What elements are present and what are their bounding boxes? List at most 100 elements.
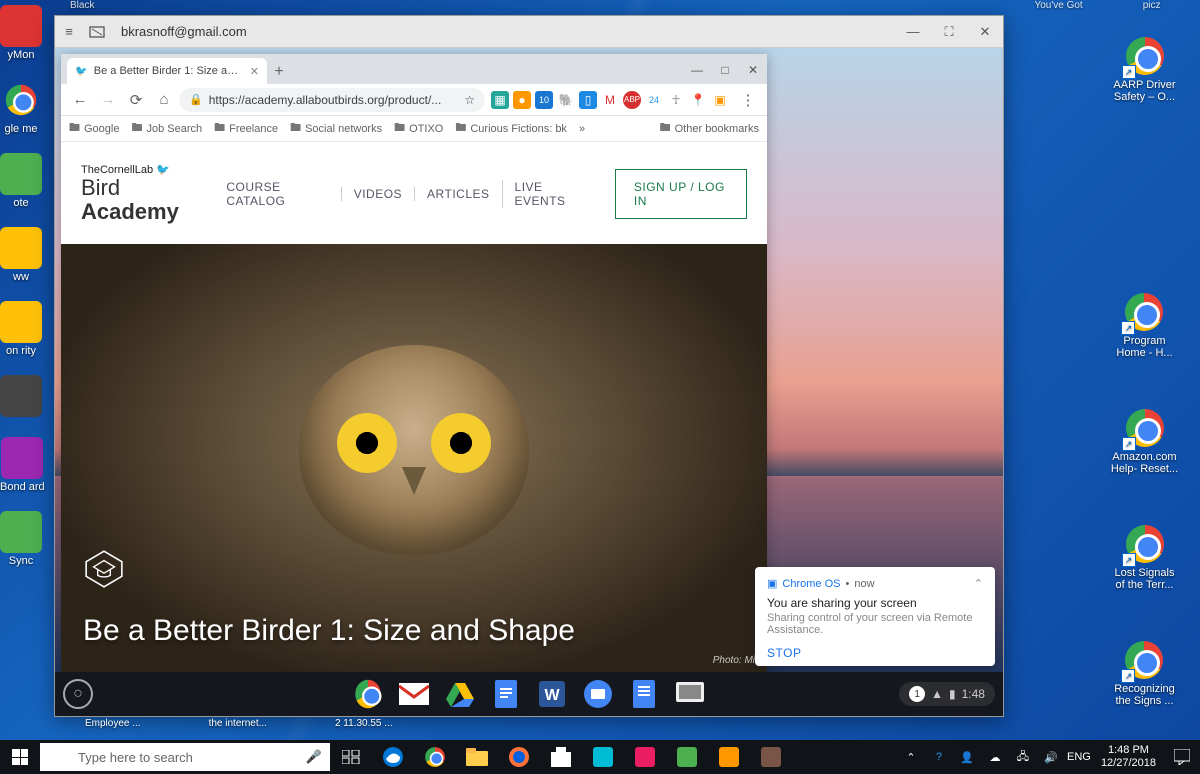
mic-icon[interactable]: 🎤	[306, 749, 322, 765]
help-icon[interactable]: ?	[925, 740, 953, 774]
taskbar-search[interactable]: Type here to search 🎤	[40, 743, 330, 771]
shelf-docs-icon[interactable]	[489, 677, 523, 711]
bird-icon: 🐦	[156, 164, 170, 176]
address-bar[interactable]: 🔒 https://academy.allaboutbirds.org/prod…	[179, 88, 485, 112]
desktop-icon-recognizing[interactable]: ↗Recognizing the Signs ...	[1114, 639, 1175, 707]
people-icon[interactable]: 👤	[953, 740, 981, 774]
bookmark-folder[interactable]: 🖿Google	[69, 119, 119, 138]
app-icon[interactable]	[708, 740, 750, 774]
desktop-icon[interactable]: ww	[0, 227, 42, 283]
desktop-icon[interactable]: on rity	[0, 301, 42, 357]
new-tab-button[interactable]: +	[267, 60, 291, 84]
desktop-icon-lost[interactable]: ↗Lost Signals of the Terr...	[1115, 523, 1175, 591]
shelf-docs2-icon[interactable]	[627, 677, 661, 711]
ext-icon[interactable]: ▣	[711, 91, 729, 109]
tray-overflow-icon[interactable]: ⌃	[897, 740, 925, 774]
maximize-icon[interactable]: ⛶	[931, 16, 967, 48]
hamburger-icon[interactable]: ≡	[55, 16, 83, 48]
taskbar-clock[interactable]: 1:48 PM 12/27/2018	[1093, 744, 1164, 769]
chrome-taskbar-icon[interactable]	[414, 740, 456, 774]
reload-icon[interactable]: ⟳	[123, 87, 149, 113]
desktop-icon-amazon[interactable]: ↗Amazon.com Help- Reset...	[1111, 407, 1178, 475]
action-center-icon[interactable]	[1164, 740, 1200, 774]
tab-close-icon[interactable]: ✕	[250, 65, 259, 78]
ext-icon[interactable]: 📍	[689, 91, 707, 109]
bookmarks-overflow[interactable]: »	[579, 123, 585, 135]
tab-title: Be a Better Birder 1: Size and Sh	[94, 65, 242, 77]
explorer-icon[interactable]	[456, 740, 498, 774]
minimize-icon[interactable]: —	[895, 16, 931, 48]
desktop-icon[interactable]: Sync	[0, 511, 42, 567]
bookmark-folder[interactable]: 🖿OTIXO	[394, 119, 443, 138]
app-icon[interactable]	[624, 740, 666, 774]
desktop-icon-aarp[interactable]: ↗AARP Driver Safety – O...	[1113, 35, 1175, 103]
volume-icon[interactable]: 🔊	[1037, 740, 1065, 774]
chevron-up-icon[interactable]: ⌃	[974, 577, 983, 590]
app-icon[interactable]	[666, 740, 708, 774]
network-icon[interactable]: 🖧	[1009, 740, 1037, 774]
firefox-icon[interactable]	[498, 740, 540, 774]
app-icon[interactable]	[750, 740, 792, 774]
shelf-remote-icon[interactable]	[673, 677, 707, 711]
desktop-icon[interactable]: yMon	[0, 5, 42, 61]
edge-icon[interactable]	[372, 740, 414, 774]
ext-icon[interactable]: ▯	[579, 91, 597, 109]
back-icon[interactable]: ←	[67, 87, 93, 113]
shelf-files-icon[interactable]	[581, 677, 615, 711]
win-close-icon[interactable]: ✕	[739, 56, 767, 84]
nav-link[interactable]: LIVE EVENTS	[502, 180, 599, 208]
other-bookmarks[interactable]: 🖿Other bookmarks	[660, 119, 759, 138]
shelf-drive-icon[interactable]	[443, 677, 477, 711]
ext-icon[interactable]: ABP	[623, 91, 641, 109]
lang-indicator[interactable]: ENG	[1065, 740, 1093, 774]
desktop-icon[interactable]	[0, 375, 42, 419]
nav-link[interactable]: COURSE CATALOG	[214, 180, 340, 208]
svg-text:W: W	[544, 687, 560, 704]
desktop-icon[interactable]: Bond ard	[0, 437, 45, 493]
windows-taskbar: Type here to search 🎤 ⌃ ? 👤 ☁ 🖧 🔊 ENG 1:…	[0, 740, 1200, 774]
bookmark-folder[interactable]: 🖿Freelance	[214, 119, 278, 138]
home-icon[interactable]: ⌂	[151, 87, 177, 113]
desktop-icon[interactable]: gle me	[0, 79, 42, 135]
desktop-icon[interactable]: ote	[0, 153, 42, 209]
shelf-status-tray[interactable]: 1 ▲ ▮ 1:48	[899, 682, 995, 706]
start-button[interactable]	[0, 740, 40, 774]
launcher-icon[interactable]: ○	[63, 679, 93, 709]
ext-icon[interactable]: ●	[513, 91, 531, 109]
ext-icon[interactable]: M	[601, 91, 619, 109]
ext-icon[interactable]: ☥	[667, 91, 685, 109]
task-view-icon[interactable]	[330, 740, 372, 774]
ext-icon[interactable]: 24	[645, 91, 663, 109]
shelf-chrome-icon[interactable]	[351, 677, 385, 711]
bookmark-folder[interactable]: 🖿Curious Fictions: bk	[455, 119, 567, 138]
ext-icon[interactable]: 10	[535, 91, 553, 109]
nav-link[interactable]: VIDEOS	[341, 187, 414, 201]
site-logo[interactable]: TheCornellLab 🐦 Bird Academy	[81, 164, 214, 224]
lock-icon: 🔒	[189, 93, 203, 106]
close-icon[interactable]: ✕	[967, 16, 1003, 48]
notif-stop-button[interactable]: STOP	[767, 646, 983, 660]
desktop-icon-program[interactable]: ↗Program Home - H...	[1116, 291, 1172, 359]
win-maximize-icon[interactable]: □	[711, 56, 739, 84]
win-minimize-icon[interactable]: —	[683, 56, 711, 84]
onedrive-icon[interactable]: ☁	[981, 740, 1009, 774]
extension-icons: ▦ ● 10 🐘 ▯ M ABP 24 ☥ 📍 ▣	[487, 91, 733, 109]
screen-share-notification[interactable]: ▣ Chrome OS • now ⌃ You are sharing your…	[755, 567, 995, 666]
star-icon[interactable]: ☆	[464, 93, 475, 107]
screen-icon[interactable]	[83, 16, 111, 48]
forward-icon[interactable]: →	[95, 87, 121, 113]
shelf-word-icon[interactable]: W	[535, 677, 569, 711]
browser-tab[interactable]: 🐦 Be a Better Birder 1: Size and Sh ✕	[67, 58, 267, 84]
bookmark-folder[interactable]: 🖿Social networks	[290, 119, 382, 138]
ext-icon[interactable]: 🐘	[557, 91, 575, 109]
ext-icon[interactable]: ▦	[491, 91, 509, 109]
store-icon[interactable]	[540, 740, 582, 774]
shelf-gmail-icon[interactable]	[397, 677, 431, 711]
remote-titlebar[interactable]: ≡ bkrasnoff@gmail.com — ⛶ ✕	[55, 16, 1003, 48]
nav-link[interactable]: ARTICLES	[414, 187, 501, 201]
signup-button[interactable]: SIGN UP / LOG IN	[615, 169, 747, 219]
menu-icon[interactable]: ⋮	[735, 87, 761, 113]
chromeos-shelf: ○ W 1 ▲ ▮ 1:48	[55, 672, 1003, 716]
bookmark-folder[interactable]: 🖿Job Search	[131, 119, 202, 138]
app-icon[interactable]	[582, 740, 624, 774]
